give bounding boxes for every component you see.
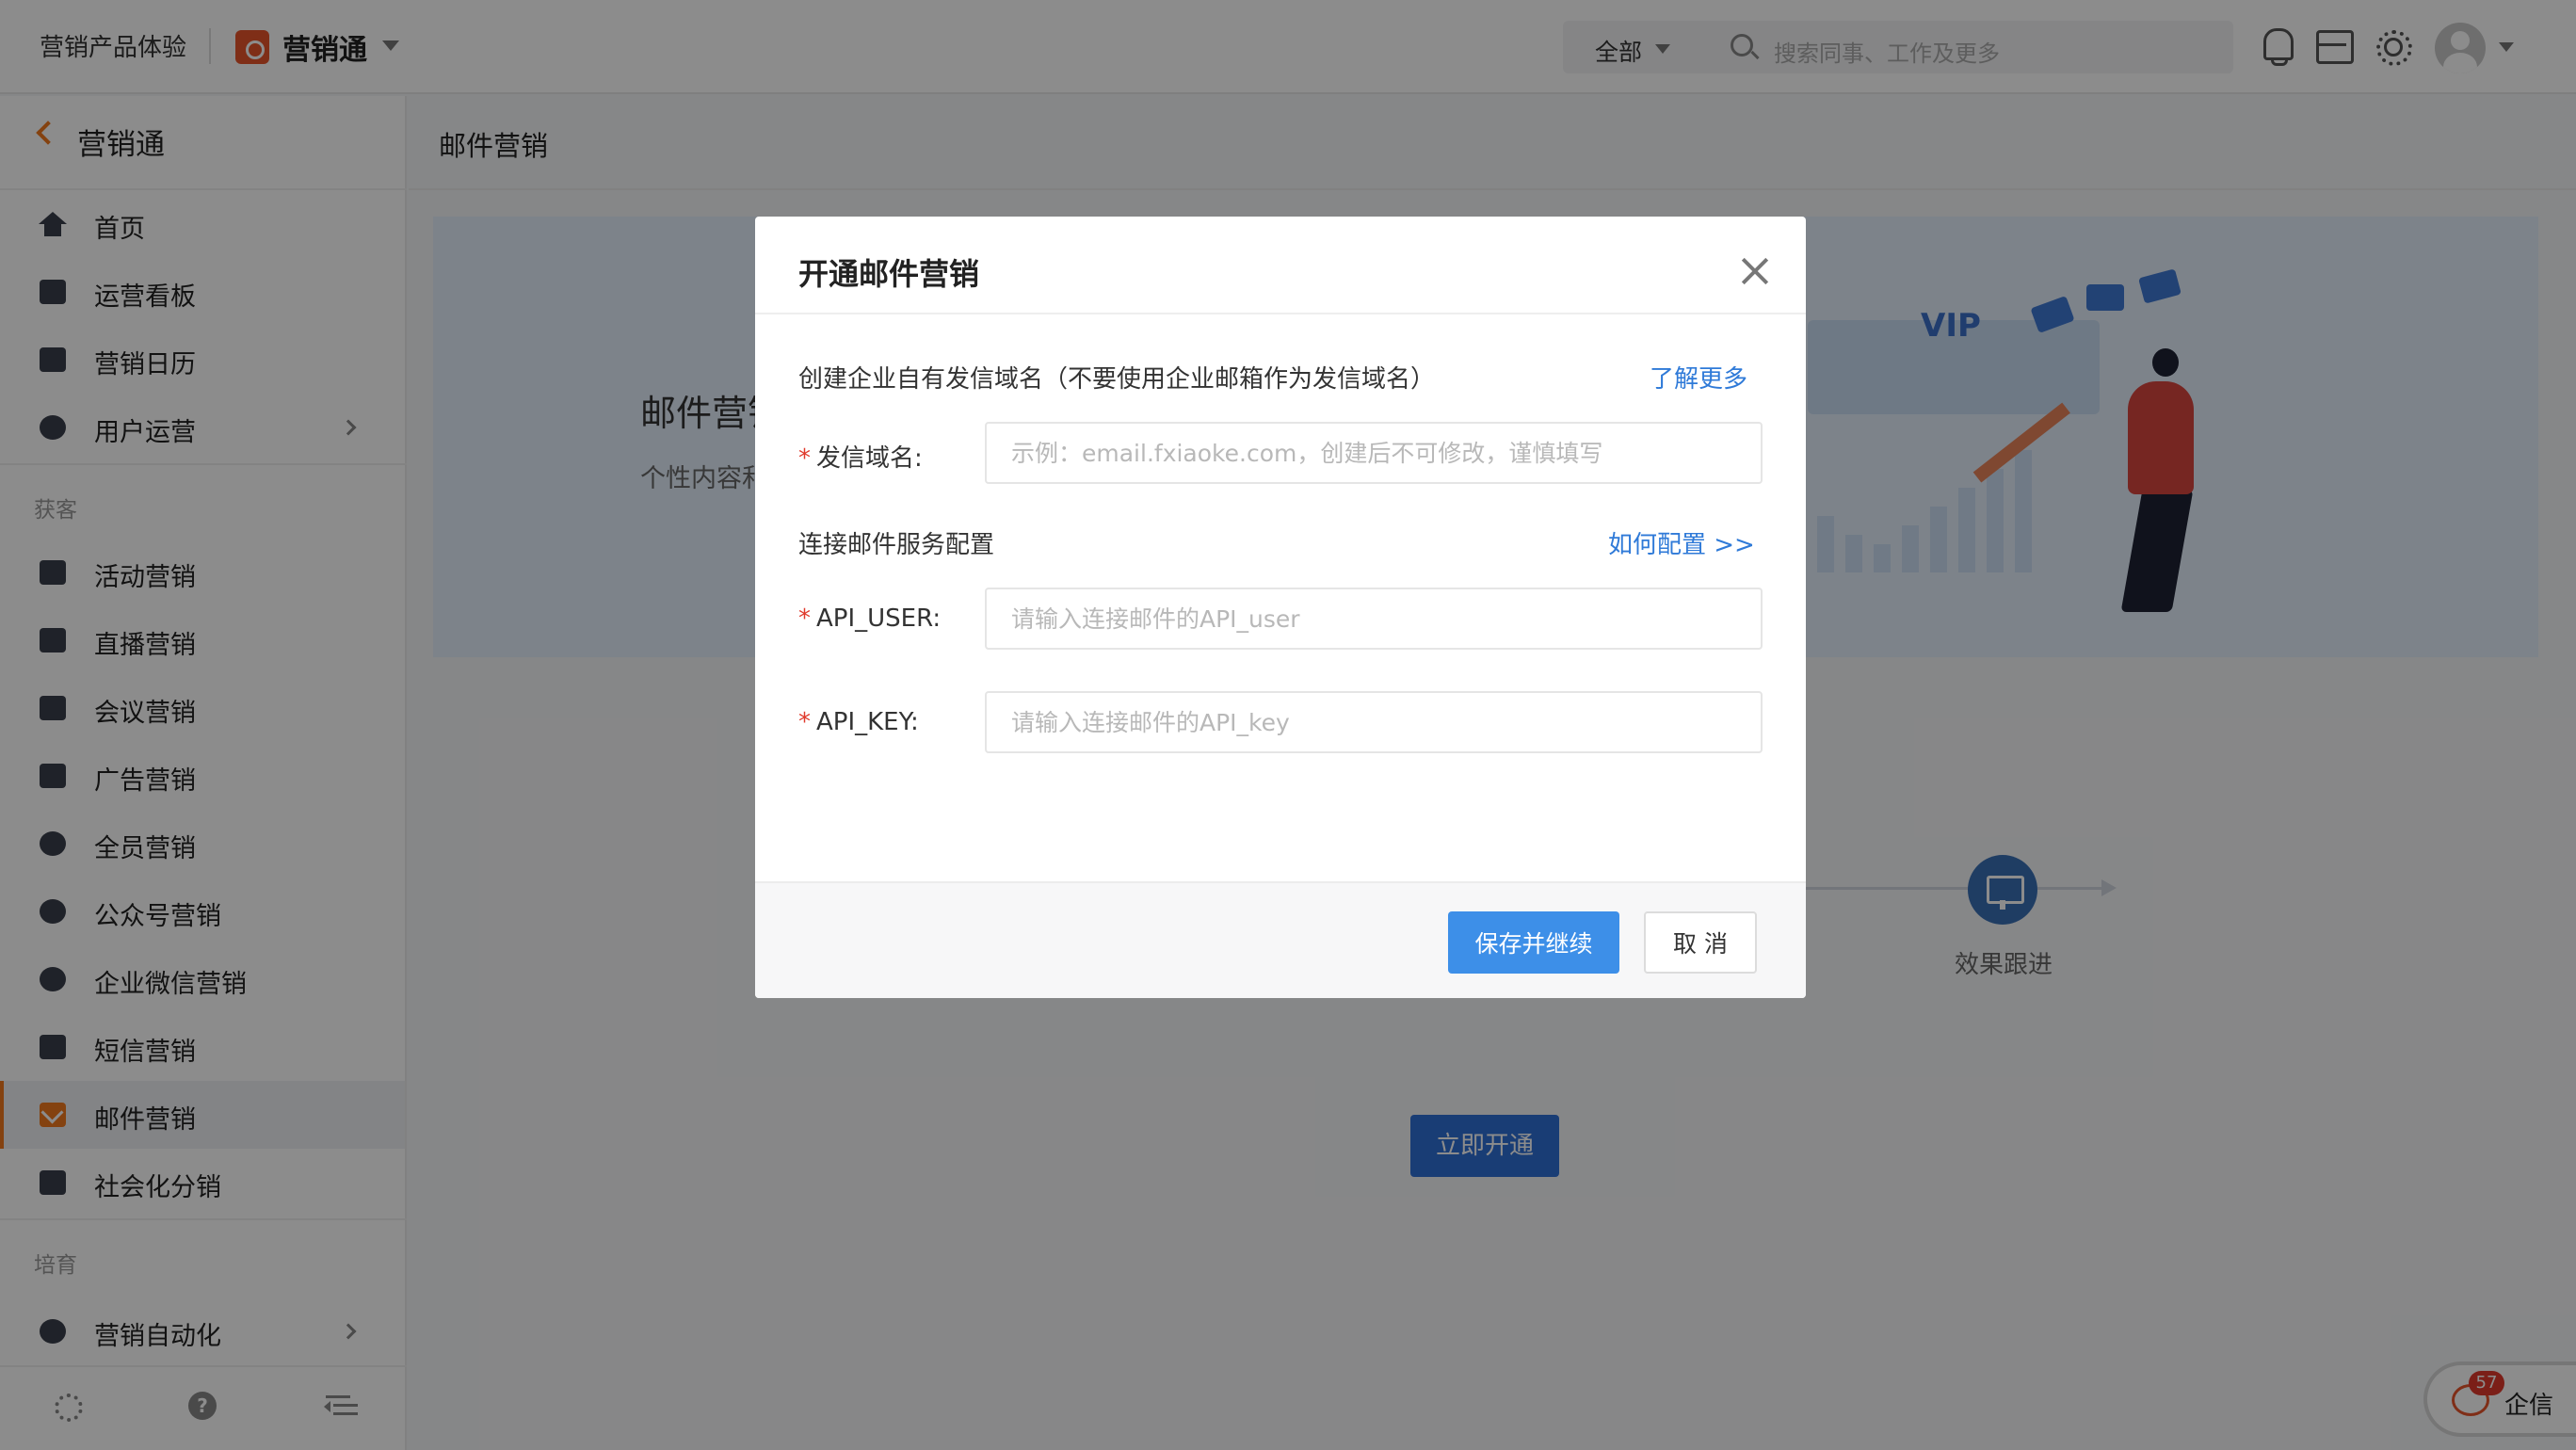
- sender-domain-input[interactable]: [985, 422, 1763, 484]
- required-mark: *: [798, 708, 811, 736]
- enable-email-marketing-dialog: 开通邮件营销 创建企业自有发信域名（不要使用企业邮箱作为发信域名） 了解更多 *…: [755, 217, 1806, 998]
- domain-field-label: * 发信域名:: [798, 439, 923, 474]
- close-icon[interactable]: [1738, 254, 1772, 288]
- dialog-footer: 保存并继续 取 消: [755, 881, 1806, 998]
- api-key-input[interactable]: [985, 691, 1763, 753]
- how-to-configure-link[interactable]: 如何配置 >>: [1608, 525, 1755, 560]
- api-key-label-text: API_KEY:: [816, 708, 919, 736]
- dialog-title: 开通邮件营销: [798, 256, 980, 292]
- service-config-heading: 连接邮件服务配置: [798, 531, 995, 559]
- required-mark: *: [798, 604, 811, 633]
- domain-label-text: 发信域名:: [816, 444, 923, 473]
- save-and-continue-button[interactable]: 保存并继续: [1448, 911, 1619, 974]
- api-user-field-label: * API_USER:: [798, 604, 941, 633]
- api-key-field-label: * API_KEY:: [798, 708, 919, 736]
- domain-section-heading: 创建企业自有发信域名（不要使用企业邮箱作为发信域名）: [798, 365, 1436, 394]
- required-mark: *: [798, 444, 811, 473]
- learn-more-link[interactable]: 了解更多: [1650, 360, 1747, 395]
- cancel-button[interactable]: 取 消: [1644, 911, 1757, 974]
- api-user-label-text: API_USER:: [816, 604, 942, 633]
- dialog-header-divider: [755, 313, 1806, 314]
- api-user-input[interactable]: [985, 588, 1763, 650]
